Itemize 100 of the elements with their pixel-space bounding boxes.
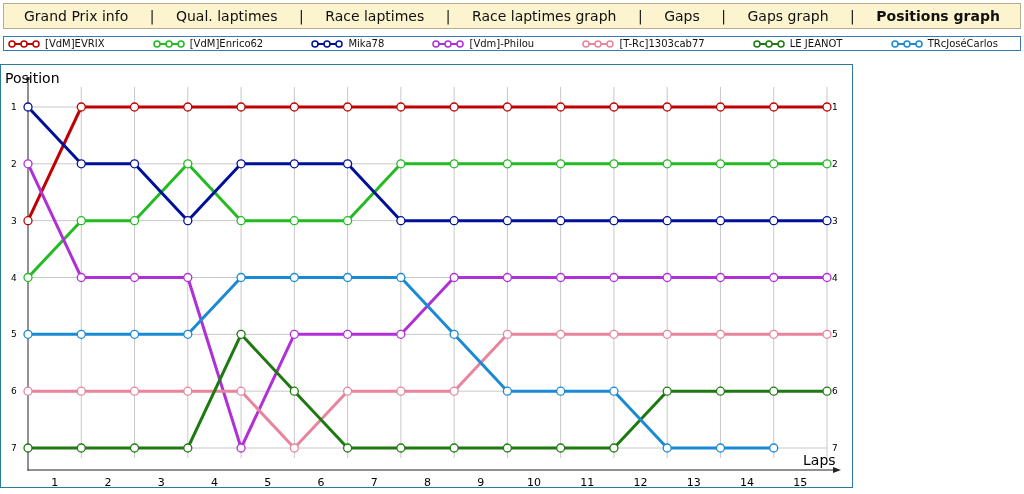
point xyxy=(502,329,513,339)
point xyxy=(449,443,459,453)
point xyxy=(609,159,619,169)
x-tick-label: 10 xyxy=(527,476,542,487)
point xyxy=(502,102,513,112)
point xyxy=(715,443,726,453)
point xyxy=(76,386,86,396)
legend-label: [VdM]Enrico62 xyxy=(189,38,264,49)
point xyxy=(609,329,619,339)
x-tick-label: 6 xyxy=(317,476,325,487)
x-tick-label: 3 xyxy=(157,476,165,487)
point xyxy=(236,386,246,396)
x-tick-label: 1 xyxy=(51,476,59,487)
separator: | xyxy=(637,8,643,24)
x-tick-label: 11 xyxy=(580,476,595,487)
y-tick-label: 3 xyxy=(832,215,838,226)
x-tick-label: 12 xyxy=(633,476,648,487)
point xyxy=(662,329,672,339)
point xyxy=(449,102,459,112)
point xyxy=(236,443,246,453)
point xyxy=(23,443,33,453)
y-tick-label: 4 xyxy=(11,272,17,283)
point xyxy=(556,102,566,112)
point xyxy=(183,386,193,396)
point xyxy=(396,102,406,112)
point xyxy=(822,159,832,169)
point xyxy=(609,216,619,226)
y-tick-label: 4 xyxy=(832,272,838,283)
y-tick-label: 1 xyxy=(11,102,17,112)
point xyxy=(822,329,832,339)
point xyxy=(715,329,726,339)
point xyxy=(129,216,140,226)
point xyxy=(396,386,406,396)
legend-label: LE JEANOT xyxy=(789,38,843,49)
separator: | xyxy=(445,8,451,24)
point xyxy=(609,272,619,283)
nav-tab[interactable]: Race laptimes xyxy=(325,8,425,24)
point xyxy=(76,159,86,169)
point xyxy=(502,386,513,396)
y-tick-label: 2 xyxy=(11,158,17,169)
point xyxy=(129,329,140,339)
point xyxy=(502,216,513,226)
point xyxy=(396,159,406,169)
point xyxy=(556,159,566,169)
point xyxy=(76,329,86,339)
point xyxy=(556,443,566,453)
nav-tab[interactable]: Grand Prix info xyxy=(24,8,129,24)
point xyxy=(396,216,406,226)
legend-label: [T-Rc]1303cab77 xyxy=(619,38,705,49)
point xyxy=(183,329,193,339)
point xyxy=(609,443,619,453)
point xyxy=(502,443,513,453)
point xyxy=(342,443,353,453)
point xyxy=(23,216,33,226)
point xyxy=(715,272,726,283)
point xyxy=(129,443,140,453)
point xyxy=(556,272,566,283)
separator: | xyxy=(149,8,155,24)
point xyxy=(76,102,86,112)
point xyxy=(822,272,832,283)
point xyxy=(129,272,140,283)
point xyxy=(23,159,33,169)
y-tick-label: 7 xyxy=(832,443,838,453)
point xyxy=(556,329,566,339)
point xyxy=(342,216,353,226)
point xyxy=(715,216,726,226)
point xyxy=(23,102,33,112)
nav-tab[interactable]: Qual. laptimes xyxy=(175,8,278,24)
legend-label: [Vdm]-Philou xyxy=(469,38,535,49)
point xyxy=(502,159,513,169)
point xyxy=(289,216,299,226)
point xyxy=(502,272,513,283)
point xyxy=(822,216,832,226)
nav-tab[interactable]: Gaps xyxy=(664,8,700,24)
point xyxy=(662,386,672,396)
x-tick-label: 7 xyxy=(370,476,378,487)
point xyxy=(289,159,299,169)
point xyxy=(769,272,779,283)
point xyxy=(556,386,566,396)
point xyxy=(769,216,779,226)
nav-tab[interactable]: Gaps graph xyxy=(747,8,829,24)
x-axis-title: Laps xyxy=(803,452,836,468)
point xyxy=(76,272,86,283)
nav-tab[interactable]: Positions graph xyxy=(876,8,1000,24)
point xyxy=(396,443,406,453)
point xyxy=(289,329,299,339)
point xyxy=(396,272,406,283)
point xyxy=(449,272,459,283)
point xyxy=(769,159,779,169)
point xyxy=(183,216,193,226)
point xyxy=(23,386,33,396)
x-tick-label: 15 xyxy=(793,476,808,487)
point xyxy=(76,216,86,226)
point xyxy=(236,216,246,226)
point xyxy=(129,159,140,169)
point xyxy=(342,102,353,112)
point xyxy=(769,102,779,112)
point xyxy=(183,102,193,112)
nav-tab[interactable]: Race laptimes graph xyxy=(472,8,617,24)
legend-label: [VdM]EVRIX xyxy=(45,38,105,49)
